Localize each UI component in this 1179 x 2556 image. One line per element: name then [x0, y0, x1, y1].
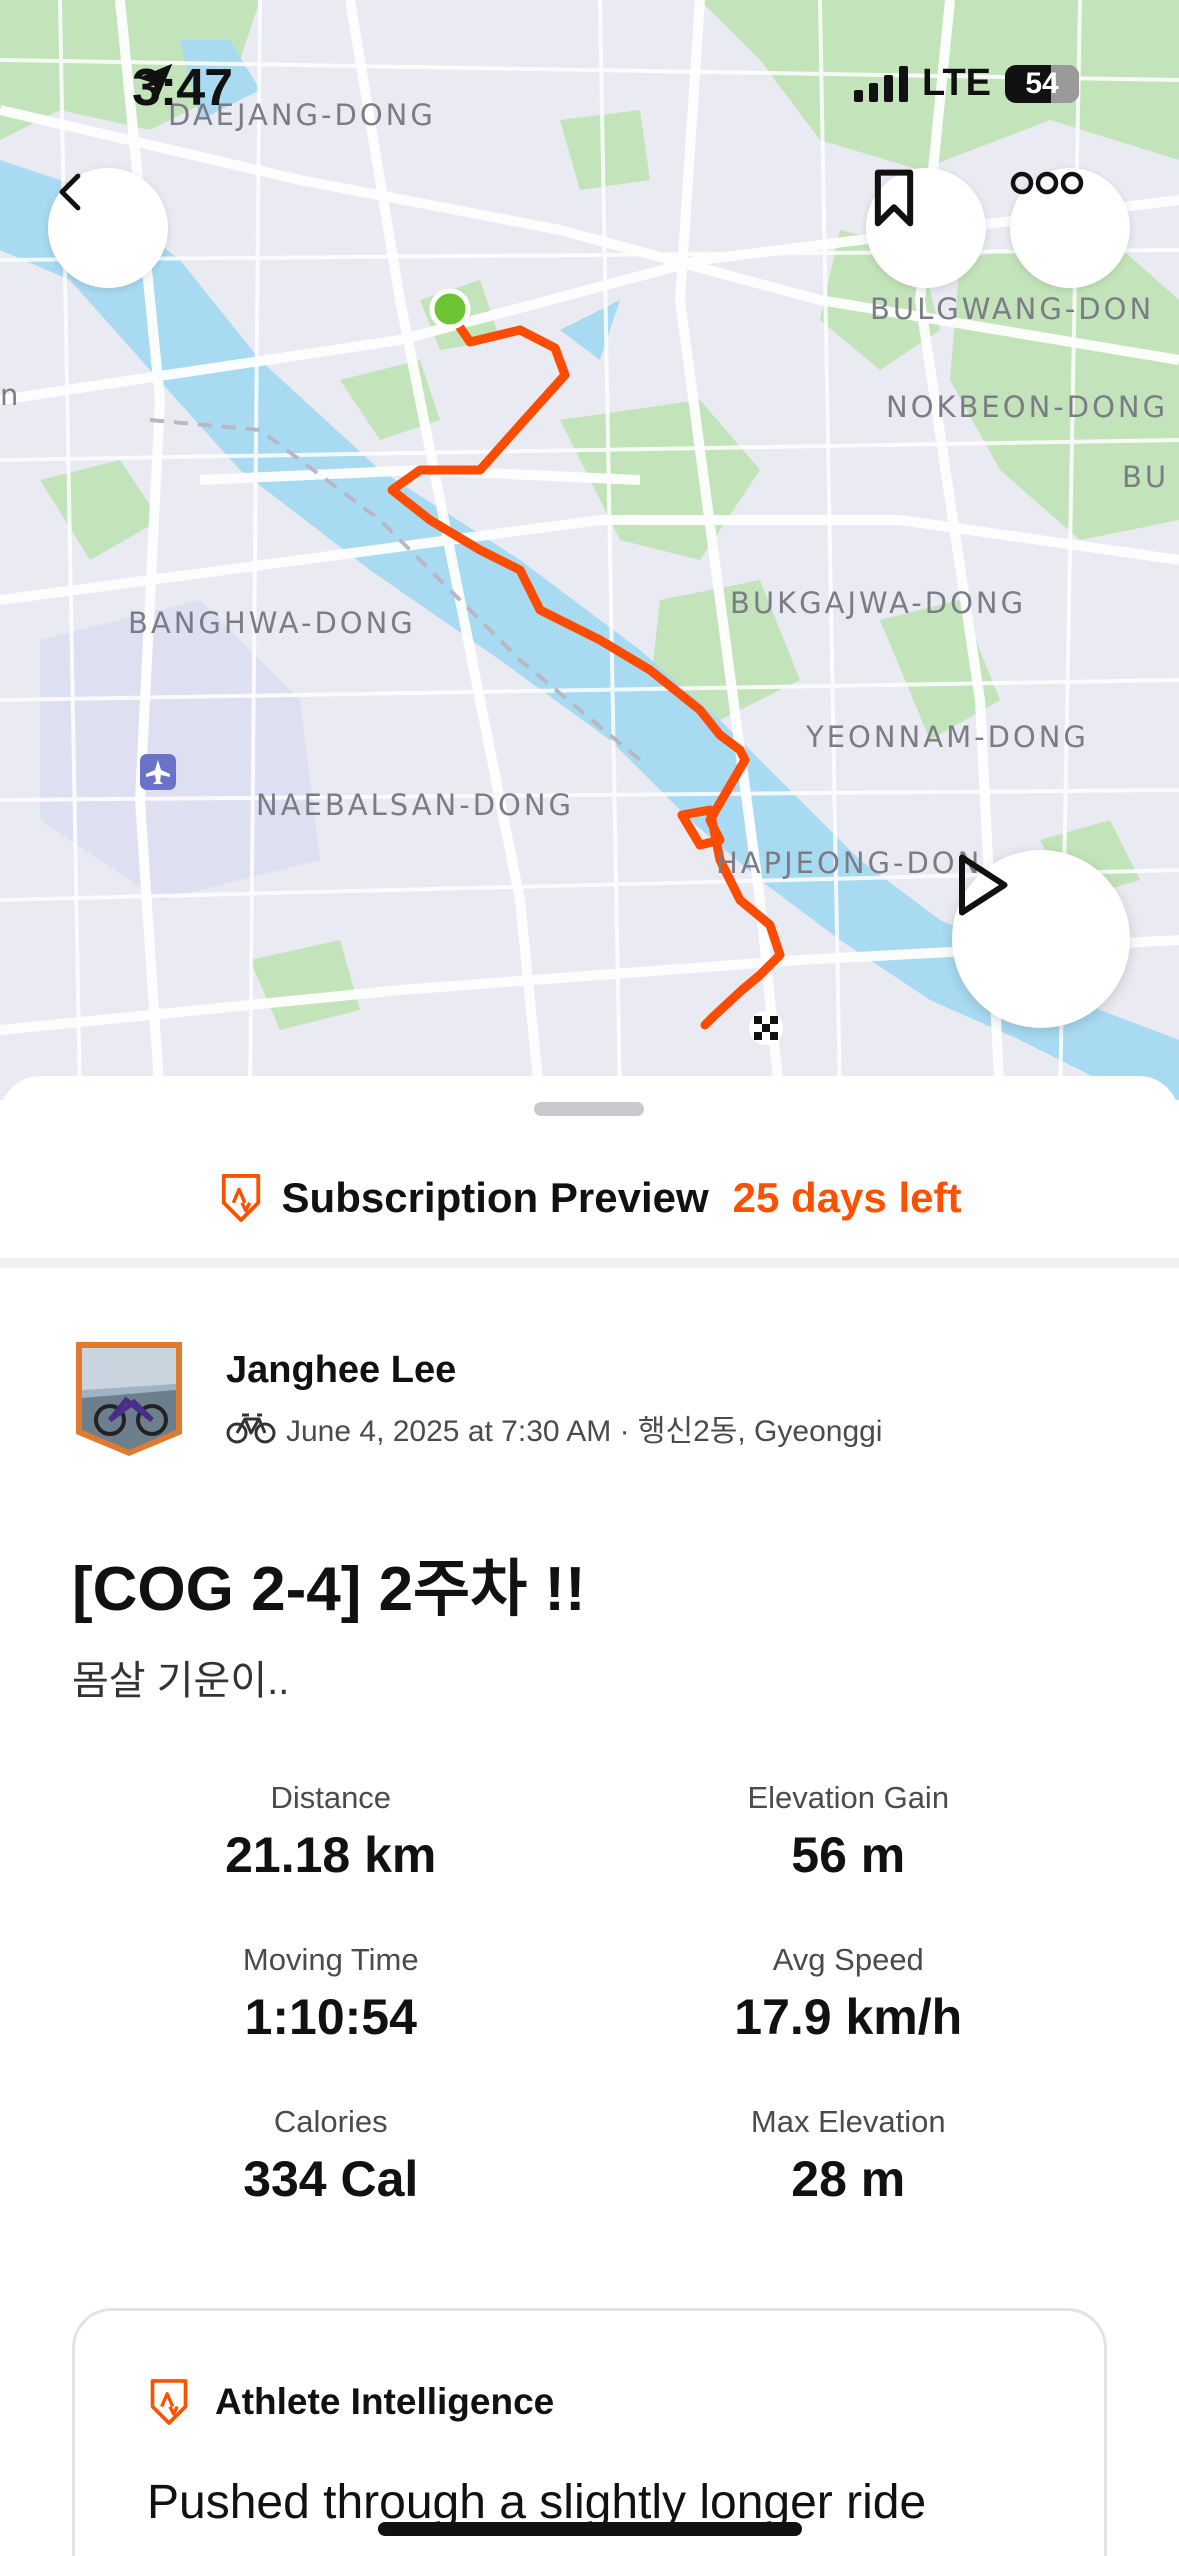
flyover-play-button[interactable]	[952, 850, 1130, 1028]
sheet-drag-handle[interactable]	[534, 1102, 644, 1116]
activity-date-location: June 4, 2025 at 7:30 AM · 행신2동, Gyeonggi	[286, 1414, 883, 1448]
stat-moving-time: Moving Time 1:10:54	[72, 1942, 590, 2046]
stat-value: 21.18 km	[225, 1827, 437, 1883]
stat-value: 56 m	[791, 1827, 906, 1883]
network-label: LTE	[922, 62, 991, 104]
save-route-button[interactable]	[866, 168, 986, 288]
map-label-yeonnam: YEONNAM-DONG	[806, 720, 1089, 754]
activity-description: 몸살 기운이..	[72, 1659, 290, 1703]
battery-level: 54	[1025, 66, 1059, 100]
home-indicator[interactable]	[378, 2522, 802, 2536]
stat-calories: Calories 334 Cal	[72, 2104, 590, 2208]
stat-max-elevation: Max Elevation 28 m	[590, 2104, 1108, 2208]
map-label-naebalsan: NAEBALSAN-DONG	[256, 788, 575, 822]
signal-icon	[854, 65, 909, 102]
route-finish-marker	[749, 1011, 783, 1045]
stat-value: 1:10:54	[244, 1989, 417, 2045]
more-icon	[1010, 171, 1084, 195]
athlete-intelligence-title: Athlete Intelligence	[215, 2381, 555, 2422]
strava-shield-icon	[221, 1174, 260, 1222]
strava-shield-icon	[150, 2379, 188, 2425]
map-label-banghwa: BANGHWA-DONG	[128, 606, 416, 640]
bookmark-icon	[874, 169, 914, 227]
airport-icon	[140, 754, 176, 790]
stat-value: 28 m	[791, 2151, 906, 2207]
subscription-days-left: 25 days left	[732, 1174, 962, 1221]
chevron-left-icon	[59, 173, 81, 211]
stat-avg-speed: Avg Speed 17.9 km/h	[590, 1942, 1108, 2046]
map-label-left-edge: n	[0, 378, 22, 412]
map-label-bu: BU	[1122, 460, 1170, 494]
route-start-marker	[429, 288, 471, 330]
stats-grid: Distance 21.18 km Elevation Gain 56 m Mo…	[72, 1780, 1107, 2208]
bike-icon	[226, 1413, 276, 1443]
athlete-avatar[interactable]	[72, 1338, 186, 1460]
location-arrow-icon	[137, 63, 173, 99]
athlete-header[interactable]: Janghee Lee June 4, 2025 at 7:30 AM · 행신…	[72, 1338, 882, 1460]
play-icon	[959, 854, 1008, 916]
athlete-name[interactable]: Janghee Lee	[226, 1349, 882, 1392]
map-label-nokbeon: NOKBEON-DONG	[886, 390, 1169, 424]
stat-elevation-gain: Elevation Gain 56 m	[590, 1780, 1108, 1884]
map-label-hapjeong: HAPJEONG-DON	[716, 846, 983, 880]
stat-label: Distance	[270, 1780, 392, 1815]
stat-value: 334 Cal	[243, 2151, 419, 2207]
more-options-button[interactable]	[1010, 168, 1130, 288]
subscription-title: Subscription Preview	[281, 1174, 709, 1221]
activity-sheet: Subscription Preview 25 days left Janghe…	[0, 1076, 1179, 2556]
stat-label: Elevation Gain	[747, 1780, 950, 1815]
activity-meta: June 4, 2025 at 7:30 AM · 행신2동, Gyeonggi	[226, 1406, 882, 1450]
status-indicators: LTE 54	[854, 62, 1079, 105]
stat-label: Calories	[273, 2104, 388, 2139]
battery-icon: 54	[1005, 64, 1079, 103]
map-label-bulgwang: BULGWANG-DON	[870, 292, 1155, 326]
stat-distance: Distance 21.18 km	[72, 1780, 590, 1884]
map-label-bukgajwa: BUKGAJWA-DONG	[730, 586, 1027, 620]
stat-label: Moving Time	[242, 1942, 419, 1977]
back-button[interactable]	[48, 168, 168, 288]
section-divider	[0, 1258, 1179, 1268]
route-map[interactable]: DAEJANG-DONG BULGWANG-DON NOKBEON-DONG B…	[0, 0, 1179, 1100]
athlete-intelligence-header: Athlete Intelligence	[147, 2377, 554, 2427]
activity-title: [COG 2-4] 2주차 !!	[72, 1555, 586, 1624]
stat-value: 17.9 km/h	[734, 1989, 963, 2045]
athlete-intelligence-card[interactable]: Athlete Intelligence Pushed through a sl…	[72, 2308, 1107, 2556]
subscription-banner[interactable]: Subscription Preview 25 days left	[0, 1172, 1179, 1224]
stat-label: Avg Speed	[772, 1942, 924, 1977]
status-time: 3:47	[132, 58, 233, 118]
stat-label: Max Elevation	[750, 2104, 946, 2139]
